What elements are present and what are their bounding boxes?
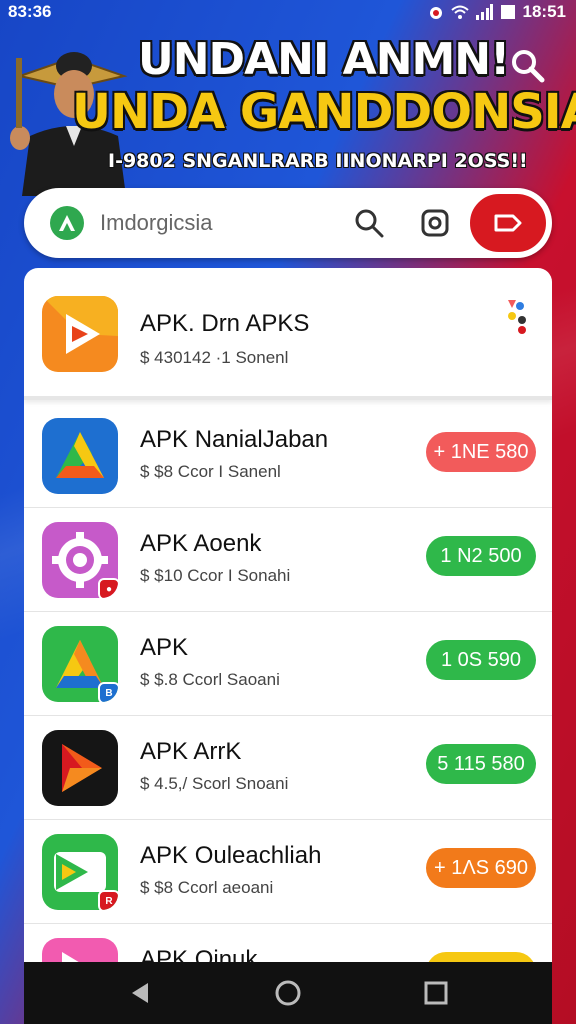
featured-app[interactable]: APK. Drn APKS $ 430142 ·1 Sonenl bbox=[24, 268, 552, 400]
app-name: APK Aoenk bbox=[140, 530, 262, 557]
status-icons: 18:51 bbox=[427, 2, 566, 22]
navigation-bar bbox=[24, 962, 552, 1024]
recent-apps-icon[interactable] bbox=[420, 977, 452, 1009]
app-meta: $ $10 Ccor I Sonahi bbox=[140, 566, 291, 585]
app-name: APK NanialJaban bbox=[140, 426, 329, 453]
price-button[interactable]: 1 N2 500 bbox=[426, 536, 536, 576]
app-meta: $ $8 Ccorl aeoani bbox=[140, 878, 274, 897]
play-store-icon bbox=[42, 296, 118, 372]
price-button[interactable]: + 1ΛS 690 bbox=[426, 848, 536, 888]
home-icon[interactable] bbox=[272, 977, 304, 1009]
badge-icon: R bbox=[98, 890, 118, 910]
tag-arrow-icon bbox=[494, 214, 522, 232]
app-meta: $ $.8 Ccorl Saoani bbox=[140, 670, 280, 689]
search-input[interactable] bbox=[100, 206, 350, 240]
camera-icon[interactable] bbox=[418, 206, 452, 240]
app-list: APK. Drn APKS $ 430142 ·1 Sonenl APK Nan… bbox=[24, 268, 552, 968]
status-bar: 83:36 18:51 bbox=[0, 0, 576, 26]
alarm-icon bbox=[429, 7, 442, 19]
price-button[interactable]: 1 0S 590 bbox=[426, 640, 536, 680]
price-button[interactable]: 5 115 580 bbox=[426, 744, 536, 784]
app-name: APK bbox=[140, 634, 189, 661]
drive-icon bbox=[42, 418, 118, 494]
more-options-icon[interactable] bbox=[502, 296, 530, 336]
list-item[interactable]: ● APK Aoenk $ $10 Ccor I Sonahi 1 N2 500 bbox=[24, 508, 552, 612]
list-item[interactable]: APK ArrK $ 4.5,/ Scorl Snoani 5 115 580 bbox=[24, 716, 552, 820]
banner-headline-secondary: UNDA GANDDONSIA bbox=[72, 84, 576, 140]
app-name: APK ArrK bbox=[140, 738, 242, 765]
list-item[interactable]: R APK Ouleachliah $ $8 Ccorl aeoani + 1Λ… bbox=[24, 820, 552, 924]
drive-icon: B bbox=[42, 626, 118, 702]
list-item[interactable]: APK NanialJaban $ $8 Ccor I Sanenl + 1NE… bbox=[24, 404, 552, 508]
promo-banner: UNDANI ANMN! UNDA GANDDONSIA I-9802 SNGA… bbox=[0, 26, 576, 196]
search-bar bbox=[24, 188, 552, 258]
battery-icon bbox=[500, 5, 515, 19]
go-button[interactable] bbox=[468, 192, 548, 254]
store-logo-icon bbox=[50, 206, 84, 240]
gear-icon: ● bbox=[42, 522, 118, 598]
arrow-icon: R bbox=[42, 834, 118, 910]
banner-headline-primary: UNDANI ANMN! bbox=[138, 34, 510, 85]
app-name: APK Ouleachliah bbox=[140, 842, 322, 869]
badge-icon: ● bbox=[98, 578, 118, 598]
search-icon[interactable] bbox=[508, 46, 548, 86]
status-time: 83:36 bbox=[8, 2, 52, 21]
featured-app-meta: $ 430142 ·1 Sonenl bbox=[140, 348, 289, 367]
back-icon[interactable] bbox=[124, 977, 156, 1009]
featured-app-name: APK. Drn APKS bbox=[140, 310, 310, 337]
app-meta: $ 4.5,/ Scorl Snoani bbox=[140, 774, 289, 793]
app-meta: $ $8 Ccor I Sanenl bbox=[140, 462, 281, 481]
price-button[interactable]: + 1NE 580 bbox=[426, 432, 536, 472]
play-icon bbox=[42, 730, 118, 806]
wifi-icon bbox=[450, 5, 469, 19]
list-item[interactable]: B APK $ $.8 Ccorl Saoani 1 0S 590 bbox=[24, 612, 552, 716]
badge-icon: B bbox=[98, 682, 118, 702]
banner-subline: I-9802 SNGANLRARB IINONARPI 2OSS!! bbox=[108, 150, 528, 172]
status-clock: 18:51 bbox=[522, 2, 566, 21]
search-icon[interactable] bbox=[352, 206, 386, 240]
signal-icon bbox=[475, 4, 493, 20]
